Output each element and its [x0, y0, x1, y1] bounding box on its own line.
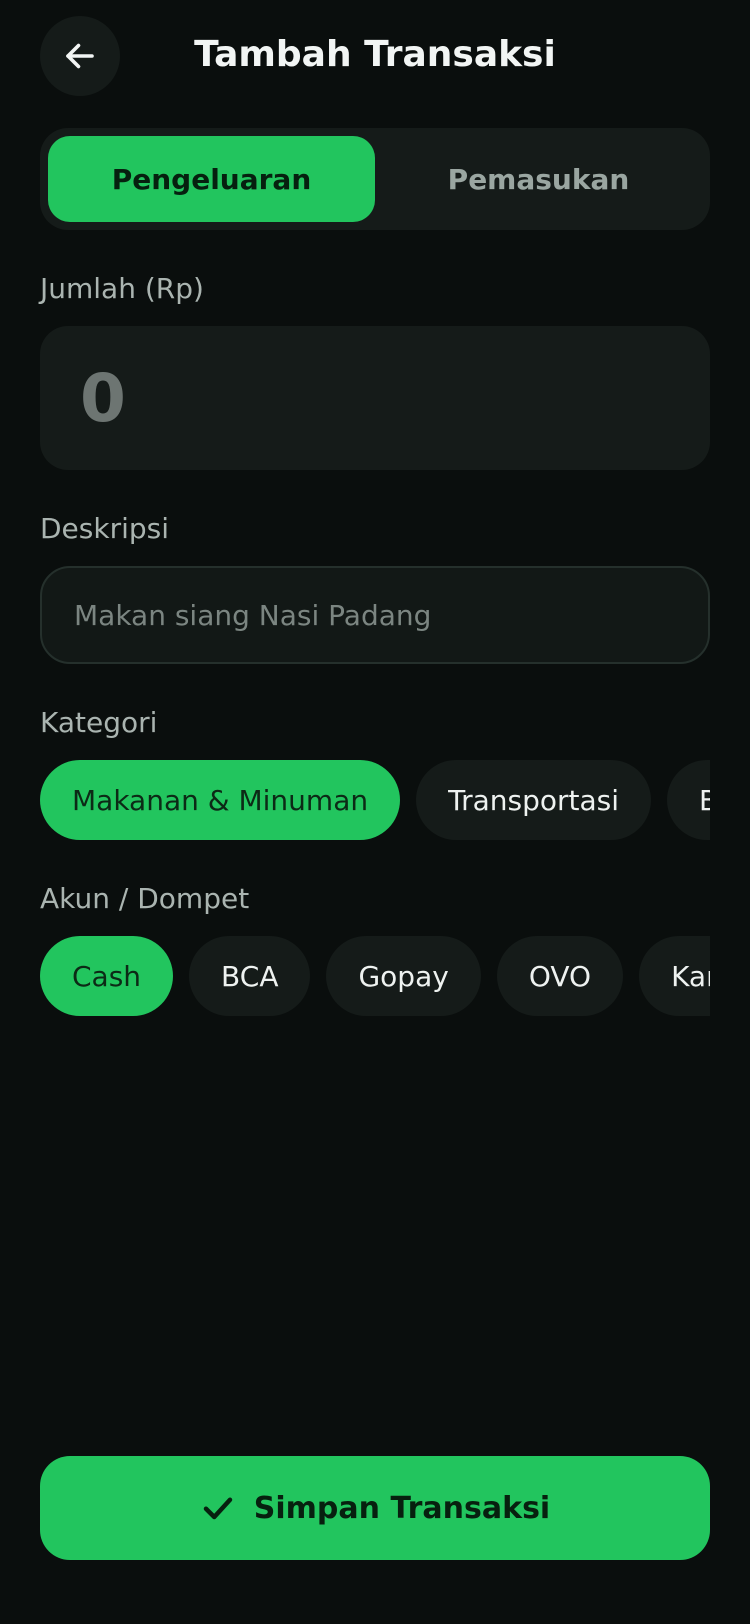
add-transaction-screen: Tambah Transaksi Pengeluaran Pemasukan J… [0, 0, 750, 1624]
amount-value: 0 [80, 359, 126, 437]
category-chip-transportasi[interactable]: Transportasi [416, 760, 652, 840]
page-title: Tambah Transaksi [194, 34, 556, 75]
save-transaction-button[interactable]: Simpan Transaksi [40, 1456, 710, 1560]
tab-pemasukan[interactable]: Pemasukan [375, 136, 702, 222]
amount-input[interactable]: 0 [40, 326, 710, 470]
account-chip-ovo[interactable]: OVO [496, 936, 624, 1016]
amount-label: Jumlah (Rp) [40, 272, 204, 305]
check-icon [203, 1497, 233, 1520]
category-label: Kategori [40, 706, 158, 739]
tab-pengeluaran[interactable]: Pengeluaran [48, 136, 375, 222]
account-chip-gopay[interactable]: Gopay [326, 936, 481, 1016]
account-chip-bca[interactable]: BCA [189, 936, 311, 1016]
category-chip-makanan-minuman[interactable]: Makanan & Minuman [40, 760, 401, 840]
description-label: Deskripsi [40, 512, 170, 545]
account-chip-partial[interactable]: Kart [639, 936, 710, 1016]
description-input[interactable] [40, 566, 710, 664]
save-button-label: Simpan Transaksi [253, 1490, 551, 1526]
account-label: Akun / Dompet [40, 882, 250, 915]
transaction-type-toggle: Pengeluaran Pemasukan [40, 128, 710, 230]
category-chip-row[interactable]: Makanan & Minuman Transportasi Be [40, 760, 710, 840]
account-chip-row[interactable]: Cash BCA Gopay OVO Kart [40, 936, 710, 1016]
category-chip-partial[interactable]: Be [667, 760, 710, 840]
account-chip-cash[interactable]: Cash [40, 936, 174, 1016]
